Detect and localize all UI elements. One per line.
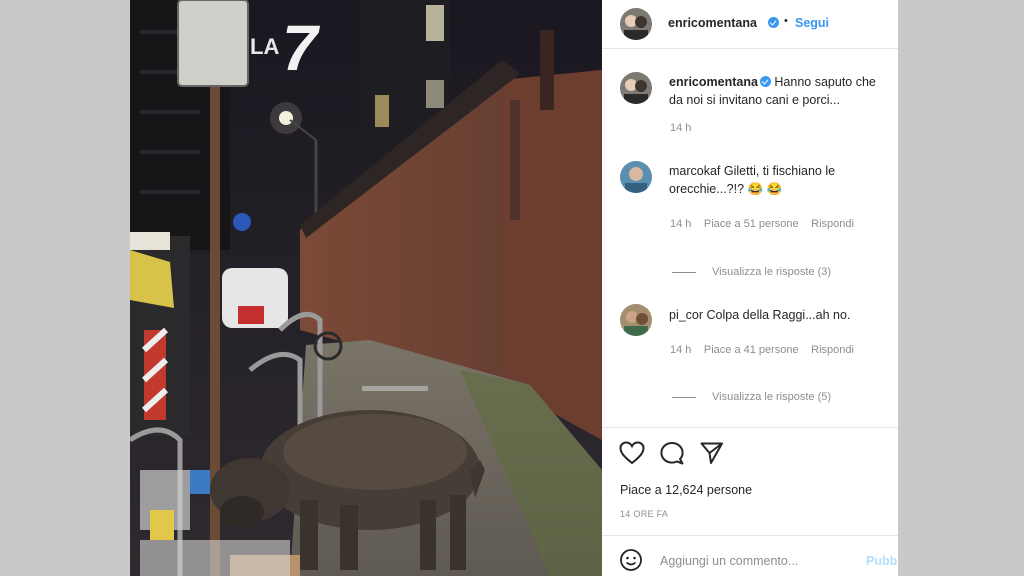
replies-divider xyxy=(672,396,696,398)
comment-line-2: orecchie...?!? 😂 😂 xyxy=(669,182,783,196)
verified-badge-icon xyxy=(768,17,779,28)
comment-line-1: Giletti, ti fischiano le xyxy=(723,164,836,178)
emoji-icon[interactable] xyxy=(619,548,643,572)
comment-username[interactable]: pi_cor xyxy=(669,308,703,322)
caption-text: enricomentana Hanno saputo che da noi si… xyxy=(669,73,898,109)
comment-meta: 14 h Piace a 41 persone Rispondi xyxy=(670,340,854,358)
comment-meta: 14 h Piace a 51 persone Rispondi xyxy=(670,214,854,232)
view-replies-button[interactable]: Visualizza le risposte (5) xyxy=(672,391,831,403)
likes-count[interactable]: Piace a 12,624 persone xyxy=(620,483,752,497)
likes-count-label: Piace a 12,624 persone xyxy=(620,483,753,497)
share-icon[interactable] xyxy=(699,441,725,465)
comment-time: 14 h xyxy=(670,218,692,230)
verified-badge-icon xyxy=(759,76,771,87)
comment-time: 14 h xyxy=(670,344,692,356)
comment-avatar[interactable] xyxy=(620,161,652,193)
caption-line-2: da noi si invitano cani e porci... xyxy=(669,93,840,107)
publish-button[interactable]: Pubb xyxy=(866,554,897,568)
comment-text: pi_cor Colpa della Raggi...ah no. xyxy=(669,306,850,324)
reply-button[interactable]: Rispondi xyxy=(811,344,854,356)
follow-button[interactable]: Segui xyxy=(795,16,829,30)
comment-likes[interactable]: Piace a 41 persone xyxy=(704,344,799,356)
comment-text: marcokaf Giletti, ti fischiano le orecch… xyxy=(669,162,894,198)
post-photo[interactable]: LA 7 xyxy=(130,0,602,576)
heart-icon[interactable] xyxy=(619,441,645,465)
add-comment-bar: Aggiungi un commento... Pubb xyxy=(602,535,898,576)
view-replies-label: Visualizza le risposte (5) xyxy=(712,391,832,403)
caption-username[interactable]: enricomentana xyxy=(669,75,758,89)
post-header: enricomentana • Segui xyxy=(602,0,898,49)
caption-time: 14 h xyxy=(670,122,692,134)
photo-scene: LA 7 xyxy=(130,0,602,576)
reply-button[interactable]: Rispondi xyxy=(811,218,854,230)
view-replies-label: Visualizza le risposte (3) xyxy=(712,266,832,278)
caption-avatar[interactable] xyxy=(620,72,652,104)
author-username[interactable]: enricomentana xyxy=(668,16,757,30)
author-avatar[interactable] xyxy=(620,8,652,40)
comment-likes[interactable]: Piace a 51 persone xyxy=(704,218,799,230)
add-comment-input[interactable]: Aggiungi un commento... xyxy=(660,554,798,568)
caption-line-1: Hanno saputo che xyxy=(774,75,876,89)
post-date: 14 ORE FA xyxy=(620,509,669,519)
left-letterbox xyxy=(0,0,130,576)
replies-divider xyxy=(672,271,696,273)
view-replies-button[interactable]: Visualizza le risposte (3) xyxy=(672,266,831,278)
comment-avatar[interactable] xyxy=(620,304,652,336)
right-letterbox xyxy=(898,0,1024,576)
comment-line-1: Colpa della Raggi...ah no. xyxy=(706,308,851,322)
la7-sign-text: LA xyxy=(250,34,279,59)
post-sidebar: enricomentana • Segui enricomentana Hann… xyxy=(602,0,898,576)
la7-sign-number: 7 xyxy=(282,12,321,84)
comment-icon[interactable] xyxy=(659,441,685,465)
comment-username[interactable]: marcokaf xyxy=(669,164,720,178)
follow-separator: • xyxy=(784,15,788,27)
